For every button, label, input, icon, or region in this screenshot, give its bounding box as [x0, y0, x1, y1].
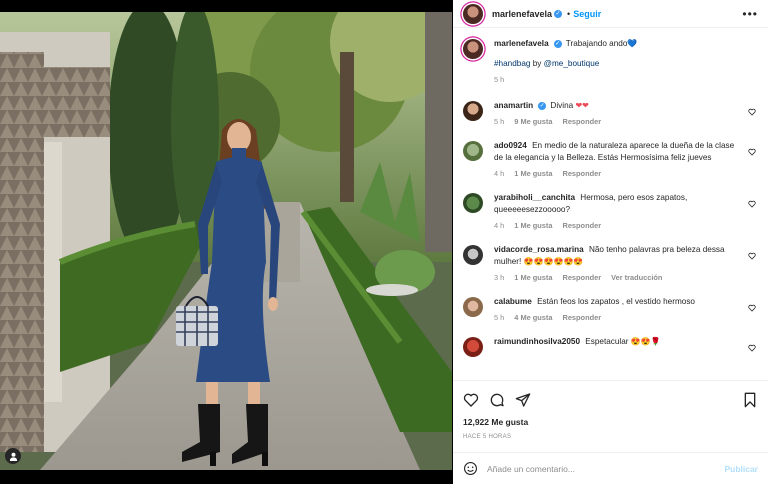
caption-by-text: by — [532, 59, 542, 68]
comment-time[interactable]: 3 h — [494, 272, 504, 284]
commenter-username[interactable]: yarabiholi__canchita — [494, 193, 575, 202]
caption-text: Trabajando ando — [565, 39, 628, 48]
comment-time[interactable]: 5 h — [494, 312, 504, 324]
commenter-avatar[interactable] — [463, 337, 483, 357]
post-header: marlenefavela ✓ • Seguir ••• — [453, 0, 768, 28]
separator-dot: • — [567, 8, 571, 19]
commenter-username[interactable]: raimundinhosilva2050 — [494, 337, 580, 346]
reply-button[interactable]: Responder — [562, 168, 601, 180]
like-count[interactable]: 12,922 Me gusta — [463, 417, 758, 427]
comment-text: Están feos los zapatos , el vestido herm… — [537, 297, 695, 306]
caption-meta: 5 h — [494, 74, 758, 86]
action-icons — [463, 389, 758, 411]
commenter-avatar[interactable] — [463, 297, 483, 317]
comment-time[interactable]: 5 h — [494, 116, 504, 128]
comment-emoji: 😍😍🌹 — [630, 337, 661, 346]
person-icon — [9, 452, 17, 461]
post-timestamp[interactable]: HACE 5 HORAS — [463, 434, 758, 440]
like-comment-heart-icon[interactable] — [746, 344, 758, 352]
comment-composer: Publicar — [453, 452, 768, 484]
comment-body: vidacorde_rosa.marina Não tenho palavras… — [494, 244, 740, 284]
comment-likes[interactable]: 1 Me gusta — [514, 272, 552, 284]
reply-button[interactable]: Responder — [562, 220, 601, 232]
comment-likes[interactable]: 9 Me gusta — [514, 116, 552, 128]
caption-author-avatar[interactable] — [463, 39, 483, 59]
reply-button[interactable]: Responder — [562, 116, 601, 128]
publish-button[interactable]: Publicar — [724, 464, 758, 474]
comment-body: raimundinhosilva2050 Espetacular 😍😍🌹 — [494, 336, 740, 357]
post-photo[interactable] — [0, 12, 452, 470]
comments-list[interactable]: marlenefavela ✓ Trabajando ando💙 #handbag… — [453, 28, 768, 380]
comment-meta: 3 h 1 Me gusta Responder Ver traducción — [494, 272, 740, 284]
comment-meta: 5 h 9 Me gusta Responder — [494, 116, 740, 128]
commenter-username[interactable]: ado0924 — [494, 141, 527, 150]
share-paper-plane-icon[interactable] — [515, 392, 531, 408]
comment-row: vidacorde_rosa.marina Não tenho palavras… — [463, 244, 758, 284]
post-caption: marlenefavela ✓ Trabajando ando💙 #handbag… — [463, 38, 758, 86]
verified-badge-icon: ✓ — [538, 101, 547, 110]
emoji-smiley-icon[interactable] — [463, 461, 478, 476]
caption-body: marlenefavela ✓ Trabajando ando💙 #handbag… — [494, 38, 758, 86]
caption-author-username[interactable]: marlenefavela — [494, 39, 549, 48]
post-modal: marlenefavela ✓ • Seguir ••• marlenefave… — [0, 0, 768, 484]
like-comment-heart-icon[interactable] — [746, 200, 758, 208]
like-heart-icon[interactable] — [463, 392, 479, 408]
comment-emoji: ❤❤ — [575, 101, 589, 110]
commenter-avatar[interactable] — [463, 101, 483, 121]
commenter-avatar[interactable] — [463, 193, 483, 213]
commenter-username[interactable]: vidacorde_rosa.marina — [494, 245, 584, 254]
author-username[interactable]: marlenefavela — [492, 9, 552, 19]
comment-text: Divina — [550, 101, 574, 110]
comment-bubble-icon[interactable] — [489, 392, 505, 408]
comment-meta: 5 h 4 Me gusta Responder — [494, 312, 740, 324]
post-action-bar: 12,922 Me gusta HACE 5 HORAS — [453, 380, 768, 440]
comment-time[interactable]: 4 h — [494, 220, 504, 232]
comment-body: yarabiholi__canchita Hermosa, pero esos … — [494, 192, 740, 232]
comment-row: anamartin ✓ Divina ❤❤ 5 h 9 Me gusta Resp… — [463, 100, 758, 128]
verified-badge-icon: ✓ — [554, 9, 563, 18]
like-comment-heart-icon[interactable] — [746, 148, 758, 156]
like-comment-heart-icon[interactable] — [746, 304, 758, 312]
comment-meta: 4 h 1 Me gusta Responder — [494, 220, 740, 232]
post-side-panel: marlenefavela ✓ • Seguir ••• marlenefave… — [453, 0, 768, 484]
caption-emoji: 💙 — [627, 39, 638, 48]
comment-meta: 4 h 1 Me gusta Responder — [494, 168, 740, 180]
comment-time[interactable]: 4 h — [494, 168, 504, 180]
commenter-username[interactable]: calabume — [494, 297, 532, 306]
comment-emoji: 😍😍😍😍😍😍 — [523, 257, 584, 266]
comment-input[interactable] — [487, 463, 725, 474]
comment-row: yarabiholi__canchita Hermosa, pero esos … — [463, 192, 758, 232]
commenter-username[interactable]: anamartin — [494, 101, 533, 110]
like-comment-heart-icon[interactable] — [746, 108, 758, 116]
comment-row: ado0924 En medio de la naturaleza aparec… — [463, 140, 758, 180]
comment-row: calabume Están feos los zapatos , el ves… — [463, 296, 758, 324]
tagged-users-button[interactable] — [5, 448, 21, 464]
author-avatar[interactable] — [463, 3, 483, 24]
post-photo-image — [0, 12, 452, 470]
comment-body: ado0924 En medio de la naturaleza aparec… — [494, 140, 740, 180]
reply-button[interactable]: Responder — [562, 272, 601, 284]
save-bookmark-icon[interactable] — [742, 392, 758, 408]
commenter-avatar[interactable] — [463, 245, 483, 265]
verified-badge-icon: ✓ — [553, 39, 562, 48]
commenter-avatar[interactable] — [463, 141, 483, 161]
comment-likes[interactable]: 4 Me gusta — [514, 312, 552, 324]
more-options-button[interactable]: ••• — [742, 7, 758, 21]
caption-hashtag-link[interactable]: #handbag — [494, 59, 530, 68]
follow-button[interactable]: Seguir — [573, 9, 601, 19]
caption-mention-link[interactable]: @me_boutique — [544, 59, 600, 68]
reply-button[interactable]: Responder — [562, 312, 601, 324]
comment-text: En medio de la naturaleza aparece la due… — [494, 141, 735, 162]
like-comment-heart-icon[interactable] — [746, 252, 758, 260]
comment-likes[interactable]: 1 Me gusta — [514, 168, 552, 180]
comment-text: Espetacular — [585, 337, 629, 346]
see-translation-button[interactable]: Ver traducción — [611, 272, 662, 284]
caption-timestamp[interactable]: 5 h — [494, 74, 504, 86]
comment-likes[interactable]: 1 Me gusta — [514, 220, 552, 232]
comment-row: raimundinhosilva2050 Espetacular 😍😍🌹 — [463, 336, 758, 357]
comment-body: anamartin ✓ Divina ❤❤ 5 h 9 Me gusta Resp… — [494, 100, 740, 128]
comment-body: calabume Están feos los zapatos , el ves… — [494, 296, 740, 324]
